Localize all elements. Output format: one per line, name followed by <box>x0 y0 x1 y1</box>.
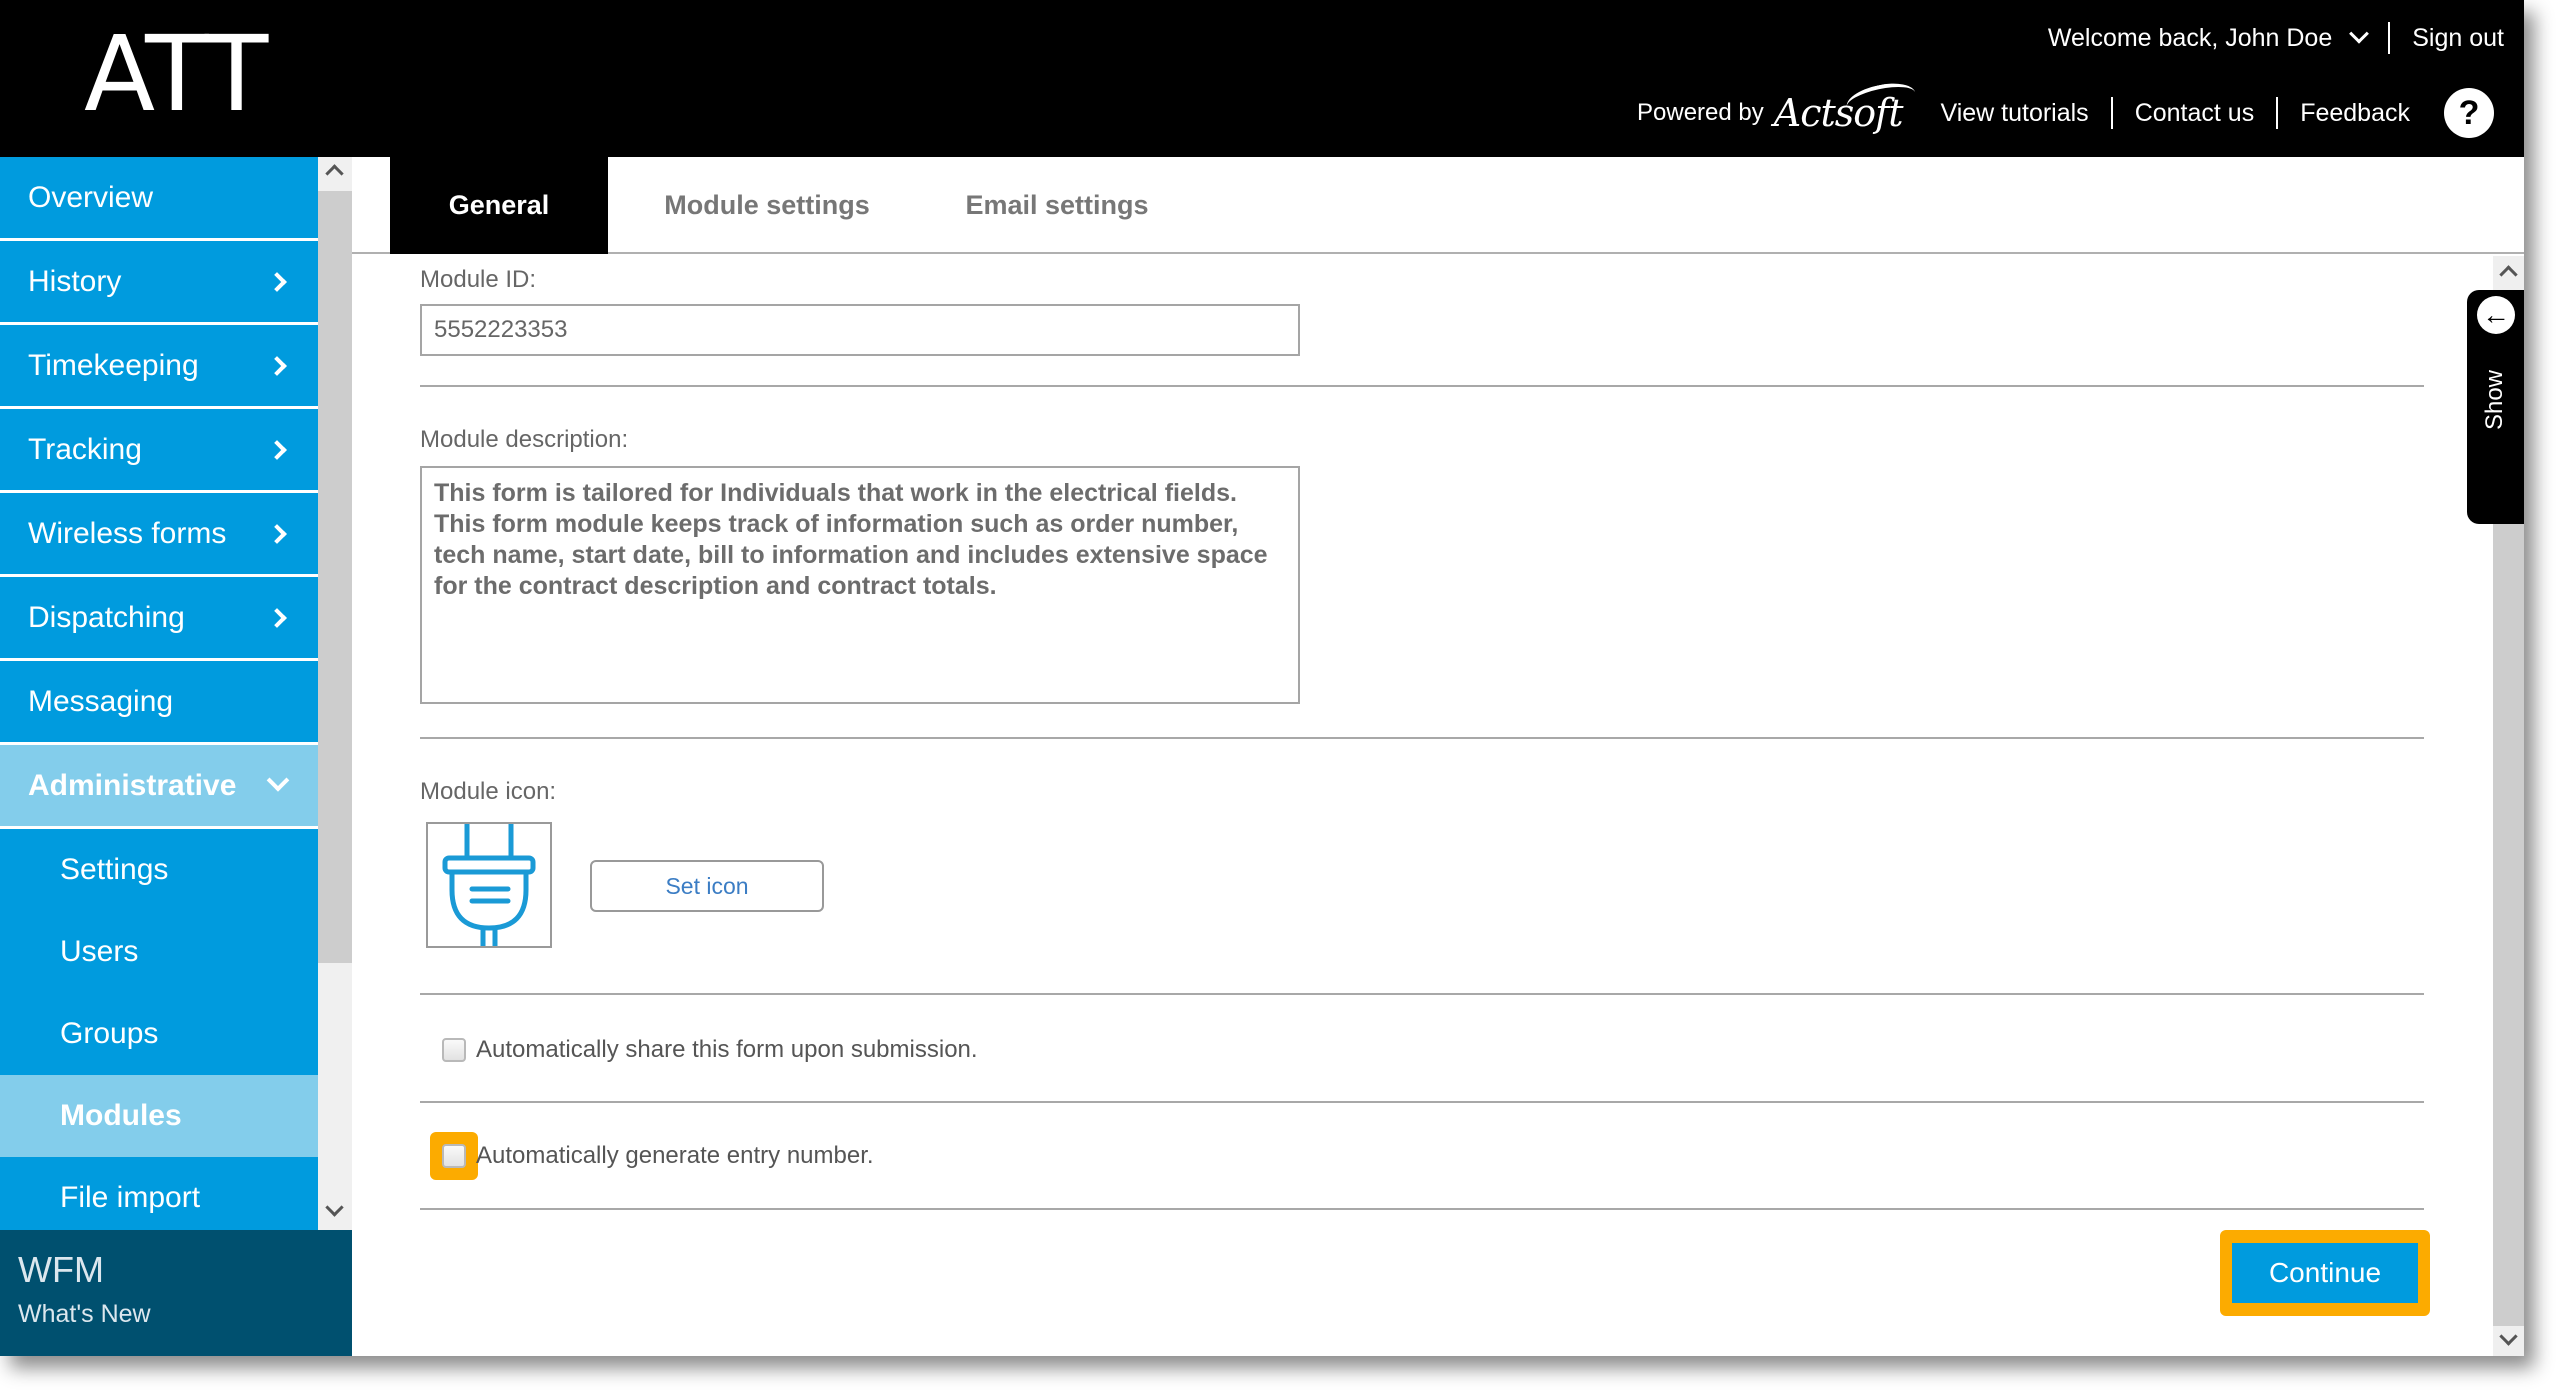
app-window: ATT Welcome back, John Doe Sign out Powe… <box>0 0 2524 1356</box>
sidebar-subitem-groups[interactable]: Groups <box>0 993 318 1075</box>
tab-email-settings[interactable]: Email settings <box>932 157 1182 254</box>
logo: ATT <box>84 13 268 135</box>
show-panel-toggle[interactable]: ← Show <box>2467 290 2524 524</box>
arrow-left-icon: ← <box>2477 296 2515 334</box>
module-icon-label: Module icon: <box>420 778 557 805</box>
divider <box>2276 97 2279 129</box>
scroll-up-button[interactable] <box>2493 256 2524 290</box>
divider <box>420 385 2424 387</box>
divider <box>420 1101 2424 1103</box>
continue-button[interactable]: Continue <box>2232 1243 2418 1303</box>
sidebar-item-messaging[interactable]: Messaging <box>0 661 318 745</box>
sidebar-item-label: Wireless forms <box>28 516 227 550</box>
sidebar-item-label: Messaging <box>28 684 174 718</box>
sidebar-subitem-settings[interactable]: Settings <box>0 829 318 911</box>
module-id-input[interactable]: 5552223353 <box>420 304 1300 356</box>
sidebar-item-administrative[interactable]: Administrative <box>0 745 318 829</box>
plug-icon <box>442 821 536 949</box>
divider <box>420 1208 2424 1210</box>
auto-share-label: Automatically share this form upon submi… <box>476 1036 978 1063</box>
module-description-textarea[interactable]: This form is tailored for Individuals th… <box>420 466 1300 704</box>
powered-by: Powered by Actsoft <box>1637 78 1919 135</box>
chevron-right-icon <box>267 271 287 292</box>
welcome-text: Welcome back, John Doe <box>2047 23 2333 52</box>
sidebar-item-tracking[interactable]: Tracking <box>0 409 318 493</box>
contact-us-link[interactable]: Contact us <box>2135 99 2255 128</box>
sidebar-item-history[interactable]: History <box>0 241 318 325</box>
scroll-down-icon <box>2499 1327 2518 1346</box>
sidebar-item-label: Administrative <box>28 768 237 802</box>
chevron-right-icon <box>267 355 287 376</box>
divider <box>2110 97 2113 129</box>
scroll-down-button[interactable] <box>2493 1326 2524 1356</box>
sidebar-item-label: Groups <box>60 1017 159 1050</box>
feedback-link[interactable]: Feedback <box>2300 99 2410 128</box>
sidebar-subitem-modules[interactable]: Modules <box>0 1075 318 1157</box>
sidebar-subitem-file-import[interactable]: File import <box>0 1157 318 1230</box>
divider <box>2388 22 2391 54</box>
chevron-down-icon <box>2349 23 2370 44</box>
tab-module-settings[interactable]: Module settings <box>642 157 892 254</box>
chevron-right-icon <box>267 439 287 460</box>
whats-new-link[interactable]: What's New <box>18 1300 334 1329</box>
continue-highlight: Continue <box>2220 1230 2430 1316</box>
header-links: Powered by Actsoft View tutorials Contac… <box>1637 78 2494 138</box>
help-icon[interactable]: ? <box>2444 88 2494 138</box>
chevron-right-icon <box>267 523 287 544</box>
scroll-down-icon[interactable] <box>325 1198 344 1217</box>
sidebar-item-label: Timekeeping <box>28 348 199 382</box>
auto-share-checkbox[interactable] <box>442 1038 466 1062</box>
module-description-label: Module description: <box>420 426 629 453</box>
divider <box>420 737 2424 739</box>
auto-entry-number-checkbox[interactable] <box>442 1144 466 1168</box>
sidebar-item-label: File import <box>60 1181 201 1214</box>
sidebar-item-timekeeping[interactable]: Timekeeping <box>0 325 318 409</box>
user-bar: Welcome back, John Doe Sign out <box>2048 22 2504 54</box>
chevron-right-icon <box>267 607 287 628</box>
wfm-footer: WFM What's New <box>0 1230 352 1356</box>
show-label: Show <box>2481 369 2508 431</box>
chevron-down-icon <box>266 768 290 792</box>
sidebar-item-label: Modules <box>60 1099 182 1132</box>
sidebar-scrollbar[interactable] <box>318 157 352 1230</box>
sidebar: Overview History Timekeeping Tracking Wi… <box>0 157 318 1230</box>
view-tutorials-link[interactable]: View tutorials <box>1940 99 2088 128</box>
sidebar-item-label: Tracking <box>28 432 142 466</box>
header: ATT Welcome back, John Doe Sign out Powe… <box>0 0 2524 157</box>
wfm-title: WFM <box>18 1249 104 1290</box>
tab-general[interactable]: General <box>390 157 608 254</box>
sidebar-item-label: Users <box>60 935 139 968</box>
powered-by-text: Powered by <box>1637 99 1764 126</box>
sidebar-item-label: Settings <box>60 853 169 886</box>
auto-entry-number-label: Automatically generate entry number. <box>476 1142 874 1169</box>
sidebar-item-label: Overview <box>28 180 154 214</box>
sidebar-item-label: Dispatching <box>28 600 185 634</box>
scroll-up-icon[interactable] <box>325 164 344 183</box>
divider <box>420 993 2424 995</box>
sidebar-item-overview[interactable]: Overview <box>0 157 318 241</box>
sidebar-item-label: History <box>28 264 122 298</box>
set-icon-button[interactable]: Set icon <box>590 860 824 912</box>
sidebar-subitem-users[interactable]: Users <box>0 911 318 993</box>
module-id-label: Module ID: <box>420 266 537 293</box>
sidebar-item-dispatching[interactable]: Dispatching <box>0 577 318 661</box>
module-icon-preview <box>426 821 552 949</box>
tab-bar: General Module settings Email settings <box>352 157 2524 254</box>
sign-out-link[interactable]: Sign out <box>2412 24 2504 53</box>
user-menu[interactable]: Welcome back, John Doe <box>2047 23 2370 53</box>
sidebar-item-wireless-forms[interactable]: Wireless forms <box>0 493 318 577</box>
scroll-up-icon <box>2499 265 2518 284</box>
scrollbar-thumb[interactable] <box>318 191 352 963</box>
actsoft-logo: Actsoft <box>1774 78 1919 135</box>
